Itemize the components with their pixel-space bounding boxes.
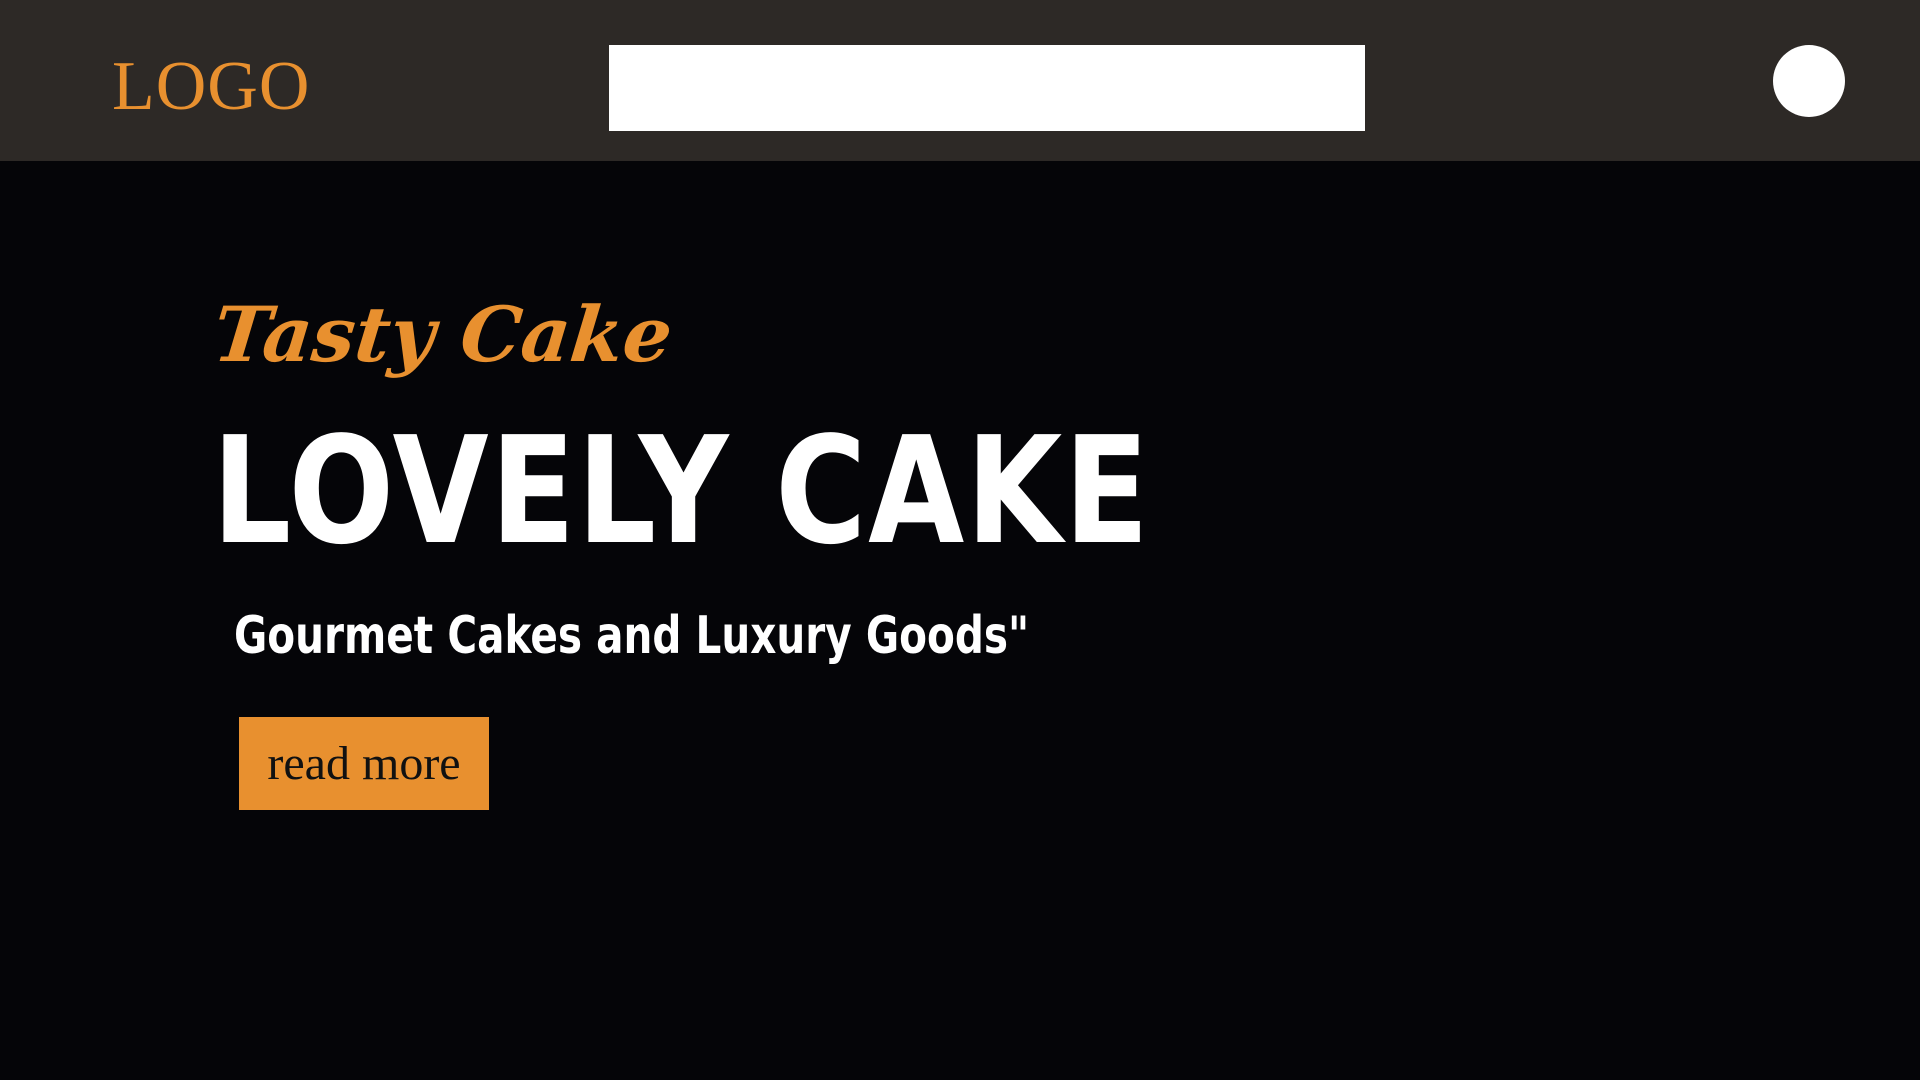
search-input[interactable] [609,45,1365,131]
top-navigation-bar: LOGO [0,0,1920,161]
hero-tagline: Gourmet Cakes and Luxury Goods" [234,606,1030,666]
user-avatar-icon[interactable] [1773,45,1845,117]
logo[interactable]: LOGO [112,46,310,128]
read-more-button[interactable]: read more [239,717,489,810]
hero-title: LOVELY CAKE [212,405,1151,577]
hero-subtitle: Tasty Cake [209,290,677,379]
